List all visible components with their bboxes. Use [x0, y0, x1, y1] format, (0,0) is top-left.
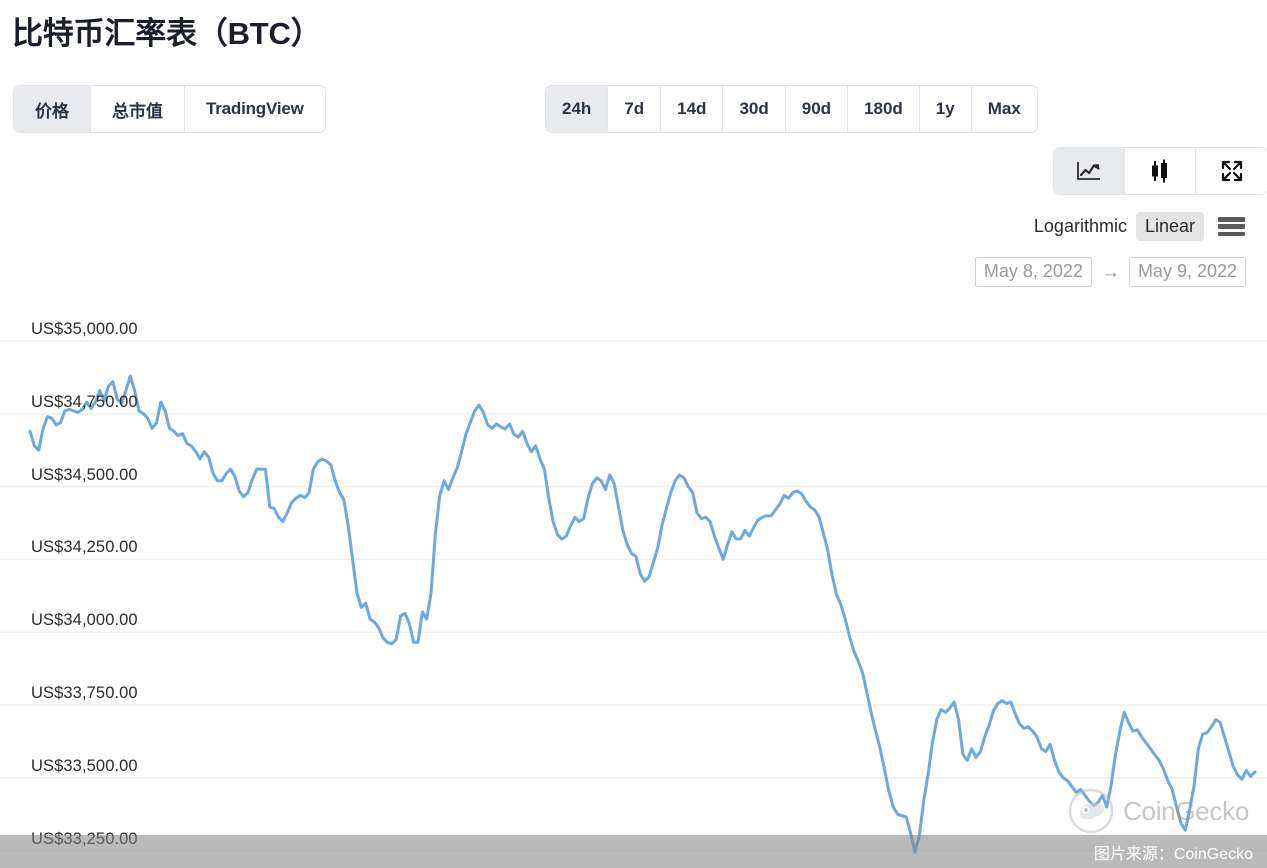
range-1y[interactable]: 1y: [920, 86, 972, 132]
view-tab-group: 价格 总市值 TradingView: [13, 85, 326, 133]
y-axis-tick-label: US$35,000.00: [31, 320, 138, 339]
scale-linear-button[interactable]: Linear: [1136, 212, 1204, 241]
chart-gridlines: [0, 341, 1267, 851]
range-max[interactable]: Max: [972, 86, 1037, 132]
hamburger-bar: [1218, 232, 1245, 237]
scale-controls: Logarithmic Linear: [1025, 212, 1245, 241]
price-chart[interactable]: US$35,000.00 US$34,750.00 US$34,500.00 US$3…: [0, 310, 1267, 868]
y-axis-tick-label: US$34,500.00: [31, 466, 138, 485]
date-start-input[interactable]: May 8, 2022: [975, 257, 1092, 287]
hamburger-menu-icon[interactable]: [1218, 217, 1245, 236]
price-chart-svg: [0, 310, 1267, 868]
fullscreen-icon: [1220, 159, 1244, 183]
y-axis-tick-label: US$34,750.00: [31, 393, 138, 412]
tab-market-cap[interactable]: 总市值: [91, 86, 185, 132]
hamburger-bar: [1218, 217, 1245, 222]
page-title: 比特币汇率表（BTC）: [12, 8, 322, 53]
scale-logarithmic-button[interactable]: Logarithmic: [1025, 212, 1136, 241]
candlestick-icon: [1148, 158, 1172, 184]
y-axis-tick-label: US$33,750.00: [31, 684, 138, 703]
price-line-path: [30, 376, 1255, 852]
time-range-tab-group: 24h 7d 14d 30d 90d 180d 1y Max: [545, 85, 1038, 133]
y-axis-tick-label: US$34,250.00: [31, 538, 138, 557]
chart-type-tab-group: [1053, 147, 1267, 195]
range-24h[interactable]: 24h: [546, 86, 608, 132]
range-90d[interactable]: 90d: [786, 86, 848, 132]
image-source-caption-bar: 图片来源：CoinGecko: [0, 835, 1267, 868]
tab-tradingview[interactable]: TradingView: [185, 86, 325, 132]
range-7d[interactable]: 7d: [608, 86, 661, 132]
tab-price[interactable]: 价格: [14, 86, 91, 132]
chart-type-candlestick-button[interactable]: [1125, 148, 1196, 194]
range-14d[interactable]: 14d: [661, 86, 723, 132]
hamburger-bar: [1218, 224, 1245, 229]
range-180d[interactable]: 180d: [848, 86, 920, 132]
y-axis-tick-label: US$34,000.00: [31, 611, 138, 630]
y-axis-tick-label: US$33,500.00: [31, 757, 138, 776]
date-arrow-icon: →: [1101, 263, 1120, 282]
chart-fullscreen-button[interactable]: [1196, 148, 1267, 194]
range-30d[interactable]: 30d: [723, 86, 785, 132]
image-source-caption: 图片来源：CoinGecko: [1094, 840, 1253, 864]
chart-type-line-button[interactable]: [1054, 148, 1125, 194]
date-range-picker: May 8, 2022 → May 9, 2022: [975, 257, 1246, 287]
line-chart-icon: [1076, 160, 1102, 182]
date-end-input[interactable]: May 9, 2022: [1129, 257, 1246, 287]
